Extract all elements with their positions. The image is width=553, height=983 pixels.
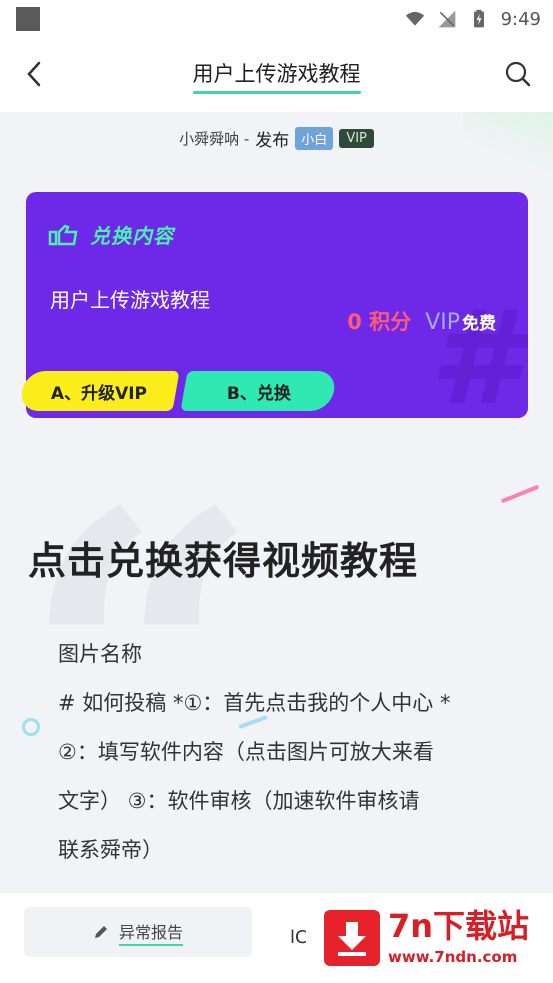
status-bar: 9:49 [0, 0, 553, 38]
back-arrow-icon [27, 61, 41, 87]
card-watermark: # [429, 282, 520, 418]
article-title: 点击兑换获得视频教程 [28, 539, 419, 583]
report-button[interactable]: 异常报告 [24, 907, 252, 957]
notification-icon [16, 7, 40, 31]
decoration [22, 718, 40, 736]
logo-main-text: 7n下载站 [388, 907, 530, 945]
publisher-name[interactable]: 小舜舜呐 - [179, 128, 249, 149]
redeem-label: B、兑换 [227, 383, 291, 404]
vip-badge: VIP [339, 129, 374, 148]
decoration [500, 484, 540, 504]
app-bar: 用户上传游戏教程 [0, 38, 553, 112]
partial-button-label[interactable]: lC [290, 927, 308, 948]
article-body: 图片名称 # 如何投稿 *①：首先点击我的个人中心 * ②：填写软件内容（点击图… [58, 630, 518, 875]
page-title: 用户上传游戏教程 [192, 58, 361, 94]
search-icon [505, 61, 531, 87]
status-icons: 9:49 [405, 9, 541, 30]
card-price: 0 积分 VIP 免费 [347, 306, 496, 336]
card-subtitle: 用户上传游戏教程 [50, 288, 210, 312]
site-logo-overlay: 7n下载站 www.7ndn.com [306, 893, 553, 983]
body-line: ②：填写软件内容（点击图片可放大来看 [58, 740, 434, 764]
logo-text: 7n下载站 www.7ndn.com [388, 910, 529, 966]
report-label: 异常报告 [118, 919, 183, 946]
redeem-button[interactable]: B、兑换 [180, 371, 338, 411]
clock: 9:49 [500, 8, 541, 30]
download-arrow-icon [338, 922, 366, 956]
publish-label: 发布 [255, 131, 290, 151]
body-line: 图片名称 [58, 642, 142, 666]
battery-charging-icon [473, 9, 484, 28]
card-header: 兑换内容 [48, 220, 174, 249]
back-button[interactable] [18, 56, 50, 92]
no-signal-icon [438, 10, 455, 28]
upgrade-vip-button[interactable]: A、升级VIP [18, 371, 180, 411]
wifi-icon [405, 11, 424, 26]
body-line: 文字） ③：软件审核（加速软件审核请 [58, 789, 420, 813]
body-line: # 如何投稿 *①：首先点击我的个人中心 * [58, 691, 451, 715]
download-logo-icon [324, 910, 380, 966]
body-line: 联系舜帝） [58, 838, 163, 862]
publisher-row: 小舜舜呐 - 发布 小白 VIP [0, 126, 553, 151]
card-header-label: 兑换内容 [90, 224, 174, 248]
logo-url: www.7ndn.com [388, 948, 518, 966]
points-cost: 0 积分 [347, 310, 412, 334]
upgrade-vip-label: A、升级VIP [50, 383, 148, 404]
pencil-icon [94, 926, 107, 938]
level-badge: 小白 [295, 127, 334, 150]
vip-free-label: 免费 [462, 314, 496, 334]
vip-label: VIP [425, 310, 460, 335]
search-button[interactable] [501, 57, 535, 91]
thumbs-up-icon [48, 224, 78, 245]
